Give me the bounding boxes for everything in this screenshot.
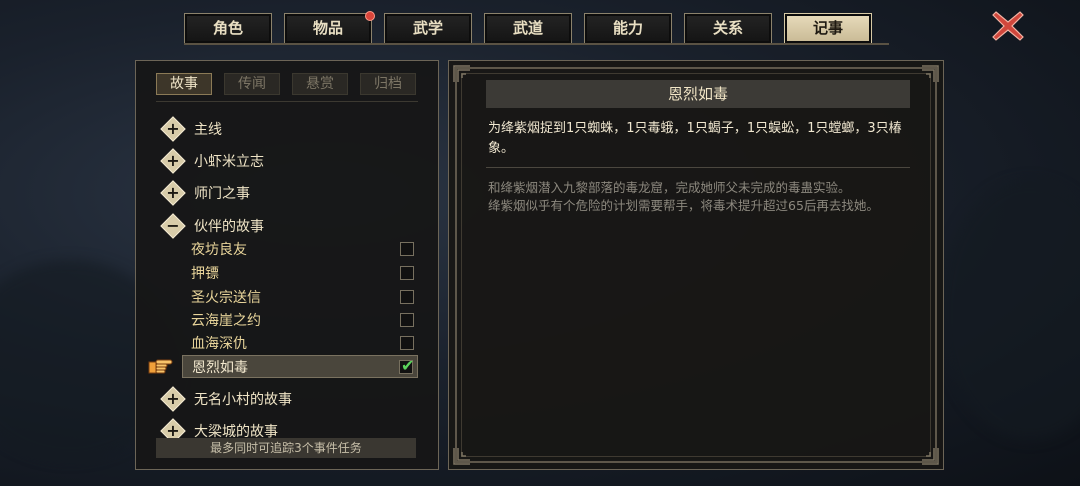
quest-detail-panel: 恩烈如毒 为绛紫烟捉到1只蜘蛛，1只毒蛾，1只蝎子，1只蜈蚣，1只螳螂，3只椿象… bbox=[448, 60, 944, 470]
description-line: 绛紫烟似乎有个危险的计划需要帮手，将毒术提升超过65后再去找她。 bbox=[488, 198, 879, 213]
group-label: 主线 bbox=[194, 122, 222, 138]
list-item-quest[interactable]: 云海崖之约 bbox=[182, 308, 418, 331]
quest-label: 夜坊良友 bbox=[191, 241, 247, 258]
expand-plus-icon[interactable]: + bbox=[160, 180, 186, 206]
group-label: 无名小村的故事 bbox=[194, 392, 292, 408]
tab-items[interactable]: 物品 bbox=[284, 11, 375, 43]
tab-martial-path[interactable]: 武道 bbox=[484, 13, 572, 43]
main-tab-bar: 角色 物品 武学 武道 能力 关系 记事 bbox=[184, 11, 872, 45]
quest-objective: 为绛紫烟捉到1只蜘蛛，1只毒蛾，1只蝎子，1只蜈蚣，1只螳螂，3只椿象。 bbox=[488, 121, 902, 156]
tab-abilities[interactable]: 能力 bbox=[584, 13, 672, 43]
list-item-quest[interactable]: 夜坊良友 bbox=[182, 237, 418, 260]
subtab-archive[interactable]: 归档 bbox=[360, 73, 416, 95]
quest-group-3[interactable]: − 伙伴的故事 bbox=[156, 212, 264, 240]
quest-label: 云海崖之约 bbox=[191, 312, 261, 329]
quest-group-2[interactable]: + 师门之事 bbox=[156, 179, 250, 207]
subtab-rumors[interactable]: 传闻 bbox=[224, 73, 280, 95]
quest-label: 血海深仇 bbox=[191, 335, 247, 352]
tab-journal[interactable]: 记事 bbox=[784, 13, 872, 43]
tab-martial-arts[interactable]: 武学 bbox=[384, 13, 472, 43]
corner-ornament-icon bbox=[453, 65, 470, 82]
track-checkbox[interactable] bbox=[400, 289, 414, 304]
description-line: 和绛紫烟潜入九黎部落的毒龙窟，完成她师父未完成的毒蛊实验。 bbox=[488, 180, 851, 195]
quest-label: 恩烈如毒 bbox=[192, 359, 248, 376]
quest-title: 恩烈如毒 bbox=[486, 80, 910, 108]
corner-ornament-icon bbox=[922, 65, 939, 82]
track-checkbox-checked[interactable]: ✔ bbox=[399, 356, 414, 375]
track-checkbox[interactable] bbox=[400, 241, 414, 256]
notification-badge-icon bbox=[365, 11, 375, 21]
list-item-quest-selected[interactable]: 恩烈如毒 ✔ bbox=[182, 355, 418, 378]
quest-list-panel: 故事 传闻 悬赏 归档 + 主线 + 小虾米立志 + 师门之事 − 伙伴的故事 … bbox=[135, 60, 439, 470]
group-label: 伙伴的故事 bbox=[194, 219, 264, 235]
tab-divider bbox=[184, 43, 889, 45]
quest-label: 圣火宗送信 bbox=[191, 289, 261, 306]
corner-ornament-icon bbox=[453, 448, 470, 465]
tab-relations[interactable]: 关系 bbox=[684, 13, 772, 43]
close-x-icon[interactable] bbox=[990, 8, 1026, 44]
subtab-divider bbox=[156, 101, 418, 102]
subtab-stories[interactable]: 故事 bbox=[156, 73, 212, 95]
subtab-bounties[interactable]: 悬赏 bbox=[292, 73, 348, 95]
track-checkbox[interactable] bbox=[400, 312, 414, 327]
quest-group-main[interactable]: + 主线 bbox=[156, 115, 222, 143]
list-item-quest[interactable]: 血海深仇 bbox=[182, 331, 418, 354]
expand-plus-icon[interactable]: + bbox=[160, 148, 186, 174]
expand-plus-icon[interactable]: + bbox=[160, 116, 186, 142]
corner-ornament-icon bbox=[922, 448, 939, 465]
collapse-minus-icon[interactable]: − bbox=[160, 213, 186, 239]
detail-divider bbox=[486, 167, 910, 168]
pointing-hand-icon bbox=[148, 359, 173, 374]
group-label: 小虾米立志 bbox=[194, 154, 264, 170]
journal-subtabs: 故事 传闻 悬赏 归档 bbox=[156, 73, 416, 95]
quest-description: 和绛紫烟潜入九黎部落的毒龙窟，完成她师父未完成的毒蛊实验。 绛紫烟似乎有个危险的… bbox=[488, 179, 916, 215]
group-label: 师门之事 bbox=[194, 186, 250, 202]
tracking-limit-note: 最多同时可追踪3个事件任务 bbox=[156, 438, 416, 458]
list-item-quest[interactable]: 圣火宗送信 bbox=[182, 285, 418, 308]
checkmark-icon: ✔ bbox=[401, 355, 415, 375]
tab-character[interactable]: 角色 bbox=[184, 13, 272, 43]
quest-label: 押镖 bbox=[191, 265, 219, 282]
quest-group-1[interactable]: + 小虾米立志 bbox=[156, 147, 264, 175]
tab-items-label: 物品 bbox=[312, 19, 343, 37]
track-checkbox[interactable] bbox=[400, 335, 414, 350]
expand-plus-icon[interactable]: + bbox=[160, 386, 186, 412]
quest-group-4[interactable]: + 无名小村的故事 bbox=[156, 385, 292, 413]
list-item-quest[interactable]: 押镖 bbox=[182, 261, 418, 284]
track-checkbox[interactable] bbox=[400, 265, 414, 280]
